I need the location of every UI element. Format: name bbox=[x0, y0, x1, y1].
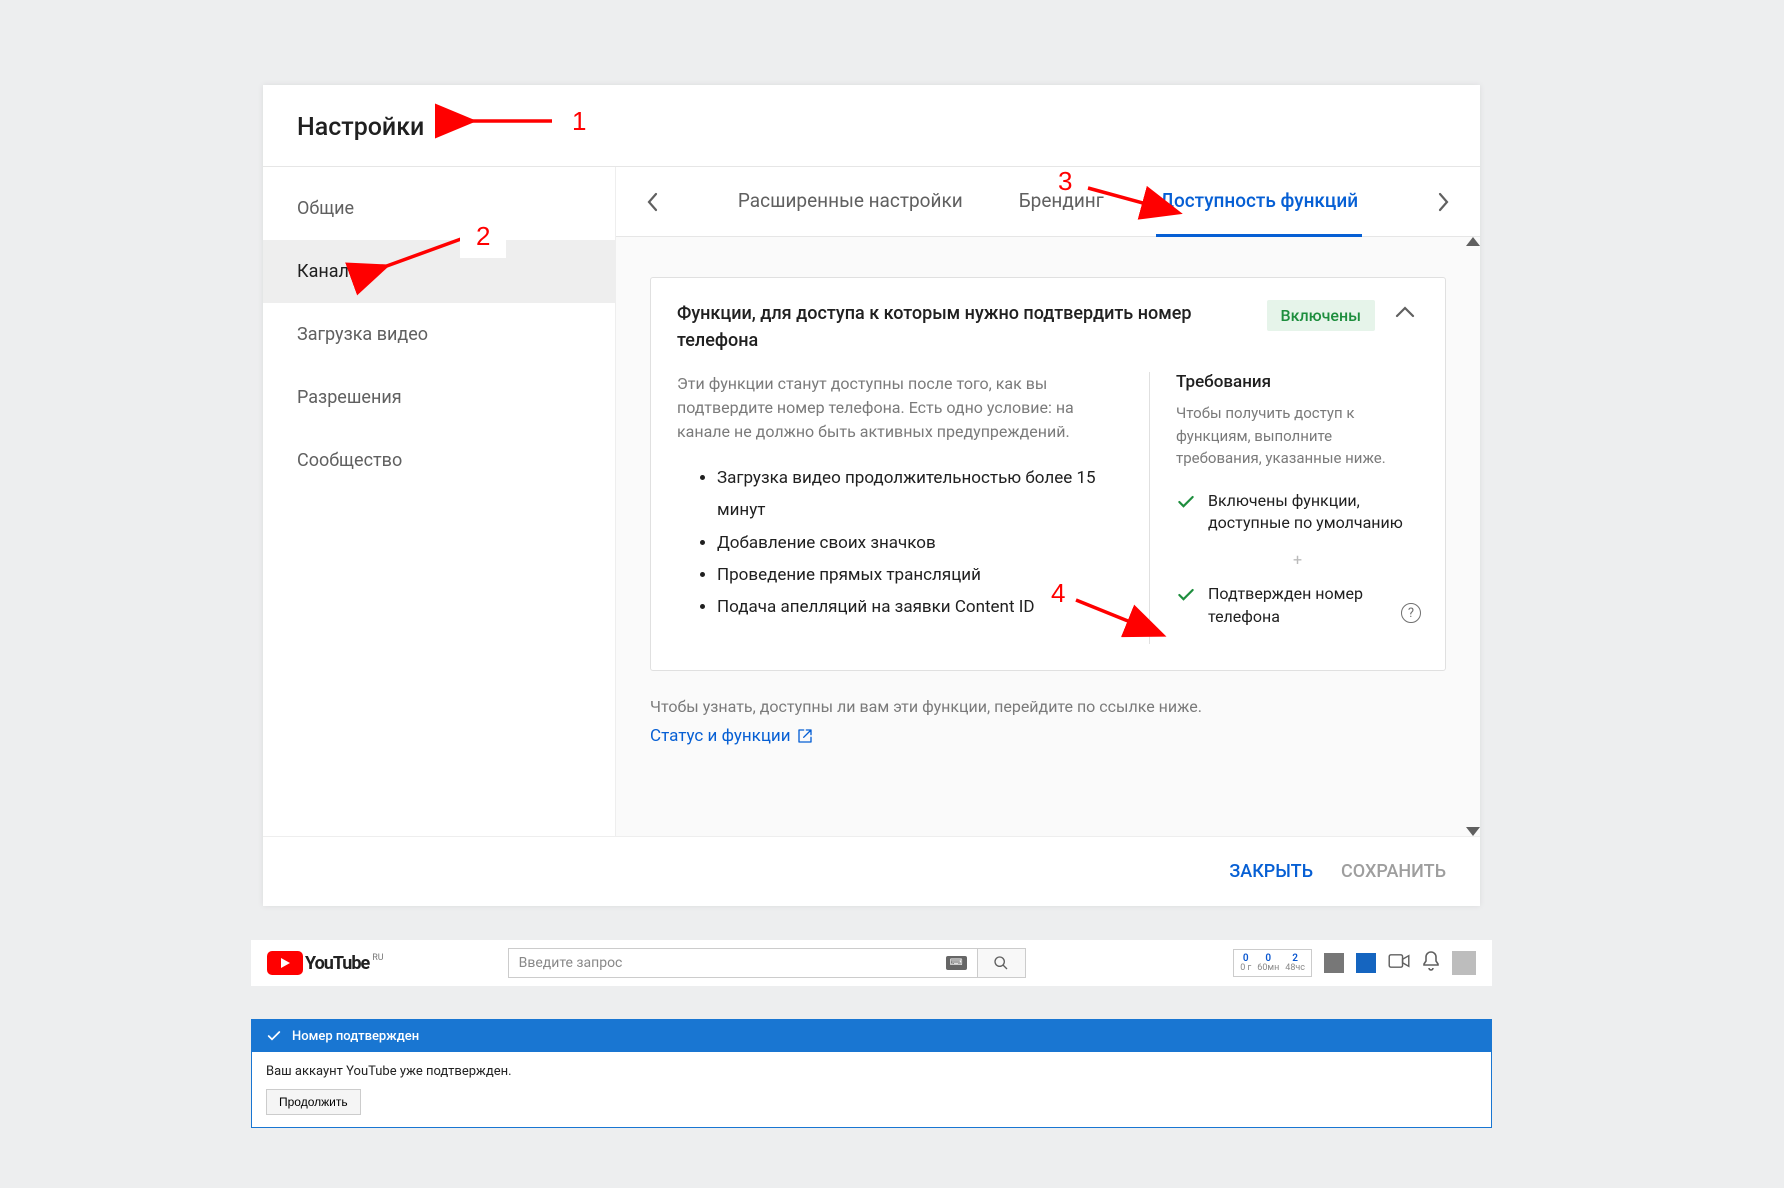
external-link-icon bbox=[797, 728, 813, 744]
apps-icon[interactable] bbox=[1324, 953, 1344, 973]
meter-value: 2 bbox=[1285, 953, 1305, 964]
tab-advanced[interactable]: Расширенные настройки bbox=[734, 167, 967, 237]
collapse-icon[interactable] bbox=[1395, 304, 1419, 323]
check-icon bbox=[1176, 492, 1196, 512]
sidebar-item-general[interactable]: Общие bbox=[263, 177, 615, 240]
search-icon bbox=[993, 955, 1009, 971]
sidebar-item-community[interactable]: Сообщество bbox=[263, 429, 615, 492]
verify-panel: Номер подтвержден Ваш аккаунт YouTube уж… bbox=[251, 1019, 1492, 1128]
status-link-label: Статус и функции bbox=[650, 726, 791, 746]
verify-title: Номер подтвержден bbox=[292, 1029, 419, 1044]
status-badge: Включены bbox=[1267, 300, 1375, 331]
tabs-row: Расширенные настройки Брендинг Доступнос… bbox=[616, 167, 1480, 237]
requirements-title: Требования bbox=[1176, 372, 1419, 392]
help-icon[interactable]: ? bbox=[1401, 603, 1421, 623]
scroll-up-icon[interactable] bbox=[1466, 237, 1480, 246]
sidebar-item-upload[interactable]: Загрузка видео bbox=[263, 303, 615, 366]
create-video-icon[interactable] bbox=[1388, 953, 1410, 973]
plus-separator: + bbox=[1176, 550, 1419, 569]
keyboard-icon[interactable]: ⌨ bbox=[946, 956, 967, 970]
requirement-row: Включены функции, доступные по умолчанию bbox=[1176, 490, 1419, 535]
check-icon bbox=[1176, 585, 1196, 605]
settings-sidebar: Общие Канал Загрузка видео Разрешения Со… bbox=[263, 167, 616, 836]
youtube-play-icon bbox=[267, 951, 303, 975]
feature-bullets: Загрузка видео продолжительностью более … bbox=[677, 462, 1119, 623]
youtube-wordmark: YouTube bbox=[305, 953, 369, 974]
meter-value: 0 bbox=[1240, 953, 1251, 964]
features-card: Функции, для доступа к которым нужно под… bbox=[650, 277, 1446, 671]
meter-unit: 60мн bbox=[1257, 964, 1279, 974]
sidebar-item-permissions[interactable]: Разрешения bbox=[263, 366, 615, 429]
notifications-icon[interactable] bbox=[1422, 951, 1440, 975]
verify-message: Ваш аккаунт YouTube уже подтвержден. bbox=[266, 1064, 1477, 1079]
youtube-logo[interactable]: YouTube RU bbox=[267, 951, 384, 975]
status-link[interactable]: Статус и функции bbox=[650, 726, 813, 746]
requirement-text: Включены функции, доступные по умолчанию bbox=[1208, 490, 1419, 535]
settings-dialog: Настройки Общие Канал Загрузка видео Раз… bbox=[263, 85, 1480, 906]
meter-unit: 48чс bbox=[1285, 964, 1305, 974]
sidebar-item-channel[interactable]: Канал bbox=[263, 240, 615, 303]
settings-content-pane: Расширенные настройки Брендинг Доступнос… bbox=[616, 167, 1480, 836]
grid-icon[interactable] bbox=[1356, 953, 1376, 973]
bullet-item: Проведение прямых трансляций bbox=[717, 559, 1119, 591]
requirement-row: Подтвержден номер телефона ? bbox=[1176, 583, 1419, 628]
scroll-down-icon[interactable] bbox=[1466, 827, 1480, 836]
youtube-region: RU bbox=[372, 953, 383, 963]
card-title: Функции, для доступа к которым нужно под… bbox=[677, 300, 1247, 354]
requirement-text: Подтвержден номер телефона bbox=[1208, 583, 1393, 628]
youtube-header: YouTube RU Введите запрос ⌨ 00 г 060мн 2… bbox=[251, 940, 1492, 986]
verify-header: Номер подтвержден bbox=[252, 1020, 1491, 1052]
meter-value: 0 bbox=[1257, 953, 1279, 964]
footnote-text: Чтобы узнать, доступны ли вам эти функци… bbox=[650, 697, 1446, 716]
tab-branding[interactable]: Брендинг bbox=[1015, 167, 1108, 237]
content-scroll[interactable]: Функции, для доступа к которым нужно под… bbox=[616, 237, 1480, 836]
bullet-item: Добавление своих значков bbox=[717, 527, 1119, 559]
check-icon bbox=[266, 1028, 282, 1044]
tab-features[interactable]: Доступность функций bbox=[1156, 167, 1362, 237]
search-placeholder: Введите запрос bbox=[519, 955, 623, 971]
bullet-item: Загрузка видео продолжительностью более … bbox=[717, 462, 1119, 527]
search-button[interactable] bbox=[978, 948, 1026, 978]
dialog-actions: ЗАКРЫТЬ СОХРАНИТЬ bbox=[263, 836, 1480, 906]
dialog-title: Настройки bbox=[297, 113, 1446, 142]
requirements-description: Чтобы получить доступ к функциям, выполн… bbox=[1176, 402, 1419, 470]
close-button[interactable]: ЗАКРЫТЬ bbox=[1229, 861, 1313, 882]
upload-quota-meter[interactable]: 00 г 060мн 248чс bbox=[1233, 949, 1312, 978]
avatar[interactable] bbox=[1452, 951, 1476, 975]
card-description: Эти функции станут доступны после того, … bbox=[677, 372, 1119, 444]
tabs-prev-icon[interactable] bbox=[634, 184, 670, 220]
dialog-header: Настройки bbox=[263, 85, 1480, 167]
bullet-item: Подача апелляций на заявки Content ID bbox=[717, 591, 1119, 623]
tabs-next-icon[interactable] bbox=[1426, 184, 1462, 220]
continue-button[interactable]: Продолжить bbox=[266, 1089, 361, 1115]
save-button[interactable]: СОХРАНИТЬ bbox=[1341, 861, 1446, 882]
search-input[interactable]: Введите запрос ⌨ bbox=[508, 948, 978, 978]
meter-unit: 0 г bbox=[1240, 964, 1251, 974]
